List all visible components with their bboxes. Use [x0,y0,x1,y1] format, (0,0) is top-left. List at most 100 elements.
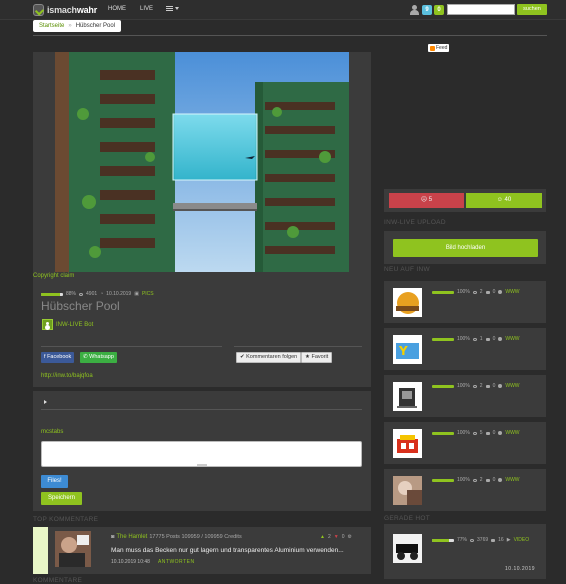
resize-grip-icon[interactable] [197,464,207,466]
post-author[interactable]: INW-LIVE Bot [42,319,93,330]
mention-user[interactable]: mcstabs [41,429,63,435]
comment-footer: 10.10.2019 10:48 ANTWORTEN [111,559,195,565]
comment-time: 10.10.2019 10:48 [111,559,150,565]
comment-user-line: ◙ The Hamlet 17775 Posts 109959 / 109959… [111,534,242,540]
item-link[interactable]: WWW [505,383,519,389]
item-percent: 100% [457,383,470,389]
smile-icon: ☺ [496,197,505,203]
eye-icon [472,431,477,435]
author-name[interactable]: INW-LIVE Bot [56,322,93,328]
upload-heading: INW-LIVE UPLOAD [384,219,446,226]
comment-votes: ▲ 2 ▼ 0 ⚙ [320,534,352,540]
eye-icon [472,478,477,482]
rating-percent: 88% [66,291,77,297]
post-meta: 88% 4901 ◔ 10.10.2019 ▣ PICS [41,291,154,297]
post-type[interactable]: PICS [142,291,154,297]
user-icon[interactable] [410,5,419,15]
new-item-thumbnail[interactable] [393,288,422,317]
item-type[interactable]: VIDEO [514,537,530,543]
divider [33,35,547,36]
new-item-thumbnail[interactable] [393,382,422,411]
comment-icon [485,337,490,341]
gear-icon[interactable]: ⚙ [347,534,351,540]
copyright-claim-link[interactable]: Copyright claim [33,273,74,279]
facebook-share-button[interactable]: f Facebook [41,352,75,363]
favorite-button[interactable]: ★ Favorit [301,352,333,363]
item-views: 5 [479,430,483,436]
hot-item-date: 10.10.2019 [505,566,536,572]
reply-button[interactable]: ANTWORTEN [158,559,195,565]
new-item-thumbnail[interactable]: Y [393,335,422,364]
top-comments-heading: TOP KOMMENTARE [33,516,99,523]
new-item-meta: 100% 1 0 WWW [432,336,520,342]
thumbs-up-icon[interactable]: ▲ [320,534,325,540]
comment-icon [491,538,496,542]
item-comments: 16 [498,537,504,543]
rss-feed-link[interactable]: Feed [428,44,450,52]
eye-icon [472,384,477,388]
menu-icon [166,6,173,11]
nav-menu-dropdown[interactable] [166,6,179,11]
search-input[interactable] [447,4,515,15]
item-link[interactable]: WWW [505,289,519,295]
globe-icon [498,290,503,294]
comment-textarea[interactable] [41,441,362,467]
item-views: 3769 [477,537,489,543]
item-percent: 100% [457,430,470,436]
comment-icon [485,478,490,482]
item-link[interactable]: WWW [505,336,519,342]
globe-icon [498,384,503,388]
commenter-name[interactable]: The Hamlet [116,534,147,540]
vote-down-button[interactable]: ☹ 5 [389,193,464,208]
item-link[interactable]: WWW [505,477,519,483]
search-button[interactable]: suchen [517,4,547,15]
commenter-avatar[interactable] [55,531,91,567]
eye-icon [470,538,475,542]
item-comments: 0 [492,477,496,483]
whatsapp-share-button[interactable]: ✆ Whatsapp [80,352,117,363]
site-logo[interactable]: ismachwahr [33,3,97,17]
new-item-thumbnail[interactable] [393,429,422,458]
downvote-count: 0 [341,534,345,540]
item-views: 2 [479,383,483,389]
svg-text:Y: Y [398,344,408,358]
item-percent: 100% [457,289,470,295]
messages-badge[interactable]: 9 [422,5,432,15]
upload-image-button[interactable]: Bild hochladen [393,239,538,257]
follow-comments-button[interactable]: ✔ Kommentaren folgen [236,352,302,363]
item-percent: 100% [457,336,470,342]
item-link[interactable]: WWW [505,430,519,436]
breadcrumb: Startseite » Hübscher Pool [33,20,122,32]
divider [41,409,362,410]
breadcrumb-home[interactable]: Startseite [39,23,64,29]
nav-home[interactable]: HOME [108,6,126,12]
comment-icon [485,290,490,294]
files-button[interactable]: Files! [41,475,68,488]
eye-icon [79,292,84,296]
comment-icon [485,384,490,388]
rss-icon [430,45,435,51]
save-button[interactable]: Speichern [41,492,82,505]
globe-icon [498,337,503,341]
globe-icon [498,431,503,435]
expand-arrow-icon[interactable] [44,400,47,404]
upvote-count: 2 [327,534,331,540]
new-item-thumbnail[interactable] [393,476,422,505]
vote-up-button[interactable]: ☺ 40 [466,193,542,208]
item-views: 2 [479,289,483,295]
new-heading: NEU AUF INW [384,266,430,273]
user-icon: ◙ [111,534,115,540]
thumbs-down-icon[interactable]: ▼ [334,534,339,540]
item-views: 1 [479,336,483,342]
short-url-link[interactable]: http://inw.to/bajqfoa [41,373,93,379]
divider [41,346,222,347]
notifications-badge[interactable]: 0 [434,5,444,15]
rating-bar [41,292,63,296]
eye-icon [472,337,477,341]
eye-icon [472,290,477,294]
new-item-meta: 100% 5 0 WWW [432,430,520,436]
frown-icon: ☹ [420,197,429,203]
post-image[interactable] [55,52,349,272]
hot-item-thumbnail[interactable] [393,534,422,563]
nav-live[interactable]: LIVE [140,6,153,12]
